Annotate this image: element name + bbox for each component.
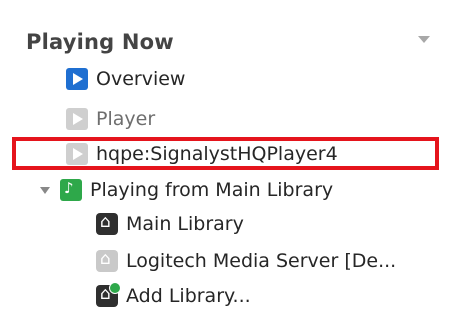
tree-item-label: Main Library [126, 213, 244, 235]
add-library-icon [96, 282, 121, 307]
library-icon [96, 212, 118, 235]
playing-from-icon [60, 179, 82, 201]
tree-item-add-library[interactable]: Add Library... [96, 281, 251, 311]
panel-header-title[interactable]: Playing Now [26, 30, 174, 54]
expand-arrow-icon[interactable] [40, 186, 50, 194]
tree-item-label: Add Library... [126, 285, 251, 307]
tree-item-label: Player [96, 108, 156, 130]
tree-item-label: Overview [96, 68, 186, 90]
chevron-down-icon[interactable] [418, 36, 430, 43]
play-gray-icon [66, 108, 88, 130]
tree-item-label: Logitech Media Server [De... [126, 250, 397, 272]
tree-item-playing-from[interactable]: Playing from Main Library [40, 175, 333, 205]
selection-highlight-box [12, 137, 439, 170]
tree-item-player[interactable]: Player [66, 104, 155, 134]
tree-item-main-library[interactable]: Main Library [96, 209, 244, 239]
play-blue-icon [66, 68, 88, 90]
tree-item-label: Playing from Main Library [90, 179, 334, 201]
playing-now-panel: Playing Now Overview Player hqpe:Signaly… [0, 0, 449, 324]
library-gray-icon [96, 249, 118, 272]
tree-item-overview[interactable]: Overview [66, 64, 185, 94]
tree-item-logitech-media-server[interactable]: Logitech Media Server [De... [96, 246, 396, 276]
